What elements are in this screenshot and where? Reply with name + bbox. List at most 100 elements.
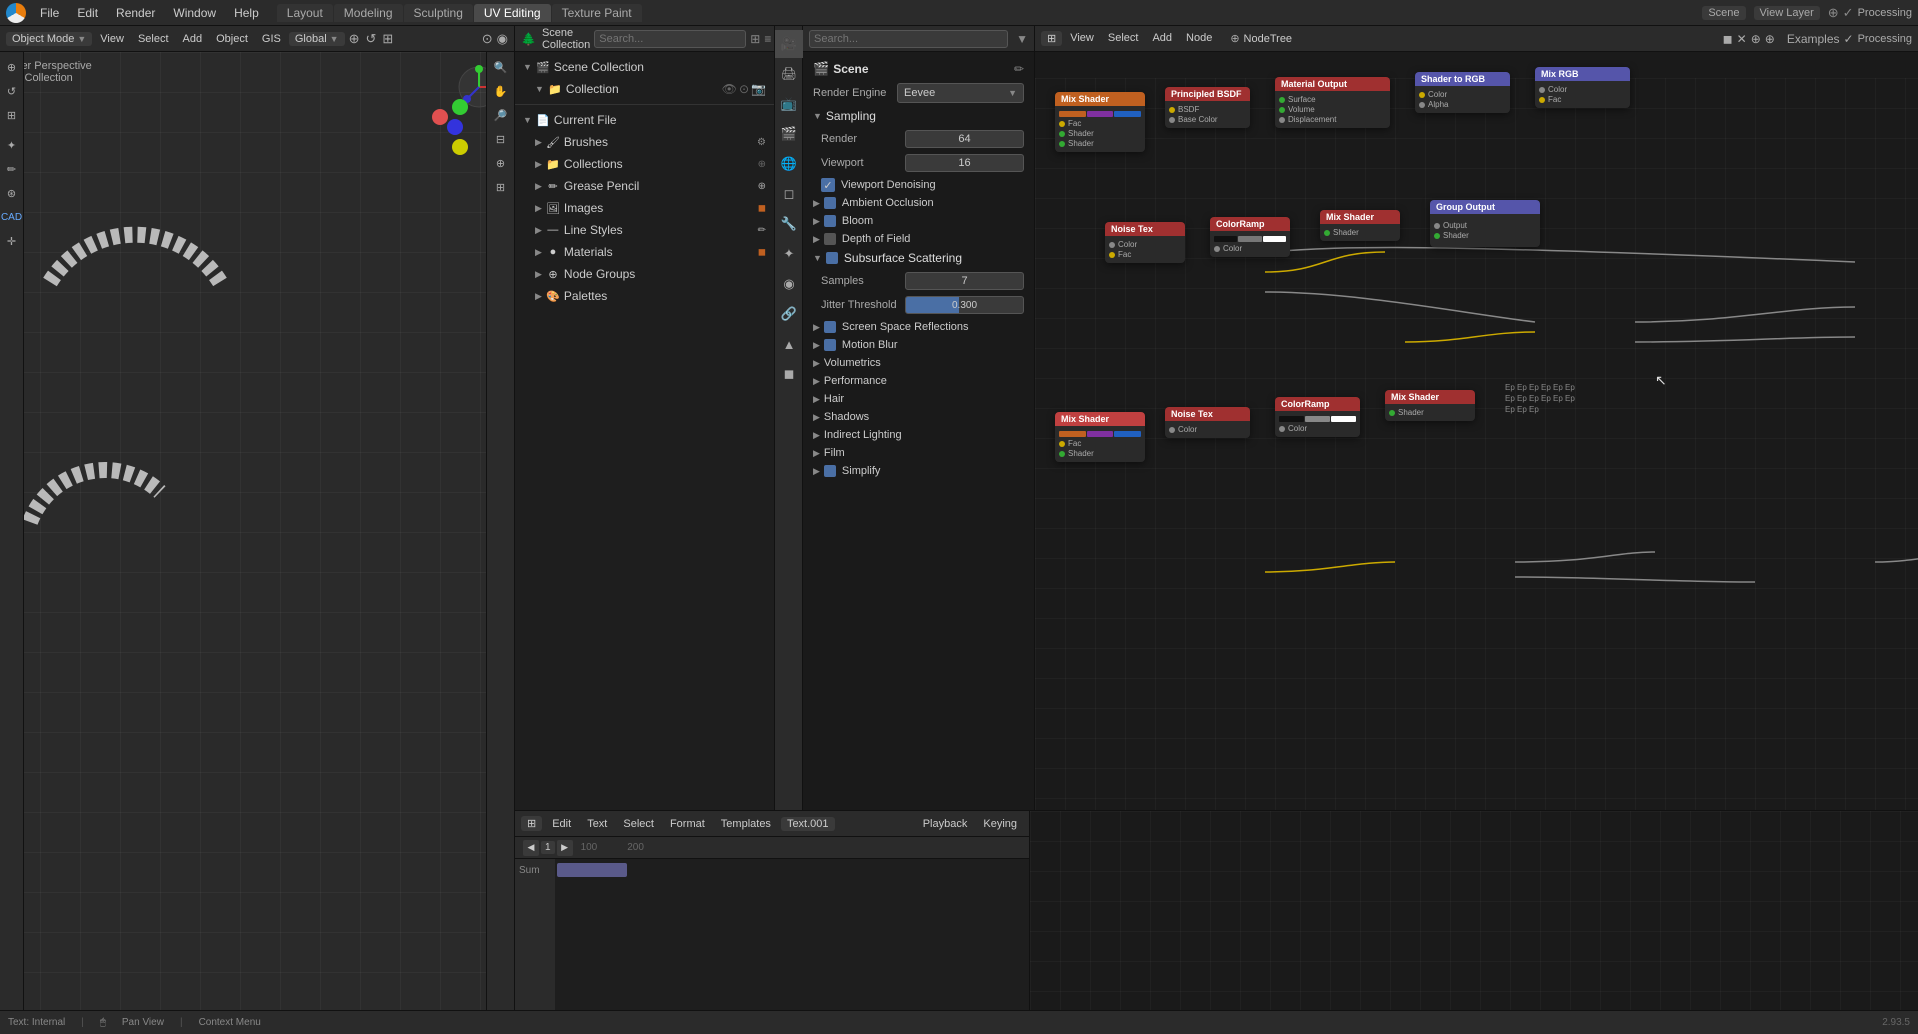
transform-icon-3[interactable]: ⊞: [380, 31, 395, 47]
node-card-6[interactable]: Noise Tex Color Fac: [1105, 222, 1185, 263]
tool-rotate[interactable]: ↺: [1, 80, 23, 102]
timeline-templates-btn[interactable]: Templates: [715, 817, 777, 831]
prop-icon-modifier[interactable]: 🔧: [775, 210, 803, 238]
node-view-btn[interactable]: View: [1064, 31, 1100, 46]
tool-search[interactable]: 🔍: [490, 56, 512, 78]
sss-check[interactable]: [826, 252, 838, 264]
bloom-section[interactable]: ▶ Bloom: [809, 212, 1028, 230]
transform-dropdown[interactable]: Global ▼: [289, 32, 345, 46]
prop-icon-constraints[interactable]: 🔗: [775, 300, 803, 328]
topbar-icon-2[interactable]: ✓: [1843, 5, 1854, 21]
node-icon-2[interactable]: ✕: [1737, 32, 1747, 46]
tool-hand[interactable]: ✋: [490, 80, 512, 102]
viewport-view-btn[interactable]: View: [94, 32, 130, 46]
outliner-line-styles[interactable]: ▶ — Line Styles ✏: [515, 219, 774, 241]
timeline-track-bar[interactable]: [557, 863, 627, 877]
indirect-lighting-section[interactable]: ▶ Indirect Lighting: [809, 426, 1028, 444]
prop-icon-material[interactable]: ◼: [775, 360, 803, 388]
performance-section[interactable]: ▶ Performance: [809, 372, 1028, 390]
node-card-1[interactable]: Mix Shader Fac: [1055, 92, 1145, 152]
tool-grid[interactable]: ⊞: [490, 176, 512, 198]
viewport-canvas[interactable]: User Perspective (1) Collection: [0, 52, 514, 1010]
node-card-3[interactable]: Material Output Surface Volume: [1275, 77, 1390, 128]
viewport-select-btn[interactable]: Select: [132, 32, 175, 46]
lock-icon[interactable]: 📷: [751, 82, 766, 96]
node-card-13[interactable]: Mix Shader Shader: [1385, 390, 1475, 421]
tab-sculpting[interactable]: Sculpting: [404, 4, 473, 22]
menu-edit[interactable]: Edit: [69, 4, 106, 22]
timeline-select-btn[interactable]: Select: [617, 817, 660, 831]
timeline-playback-btn[interactable]: Playback: [917, 817, 974, 831]
prop-icon-data[interactable]: ▲: [775, 330, 803, 358]
prop-icon-physics[interactable]: ◉: [775, 270, 803, 298]
node-editor-canvas[interactable]: Mix Shader Fac: [1035, 52, 1918, 810]
tab-modeling[interactable]: Modeling: [334, 4, 403, 22]
ssr-check[interactable]: [824, 321, 836, 333]
volumetrics-section[interactable]: ▶ Volumetrics: [809, 354, 1028, 372]
node-node-btn[interactable]: Node: [1180, 31, 1218, 46]
frame-input[interactable]: 1: [541, 841, 555, 854]
tab-texture-paint[interactable]: Texture Paint: [552, 4, 642, 22]
outliner-options-icon[interactable]: ≡: [764, 32, 771, 46]
tool-measure[interactable]: ⊛: [1, 182, 23, 204]
node-card-2[interactable]: Principled BSDF BSDF Base Color: [1165, 87, 1250, 128]
viewport-denoising-row[interactable]: ✓ Viewport Denoising: [817, 176, 1028, 194]
node-card-4[interactable]: Shader to RGB Color Alpha: [1415, 72, 1510, 113]
node-card-12[interactable]: ColorRamp Color: [1275, 397, 1360, 437]
simplify-section[interactable]: ▶ Simplify: [809, 462, 1028, 480]
sss-section[interactable]: ▼ Subsurface Scattering: [809, 248, 1028, 268]
tab-layout[interactable]: Layout: [277, 4, 333, 22]
prop-icon-object[interactable]: ◻: [775, 180, 803, 208]
eye-icon[interactable]: 👁: [722, 82, 737, 96]
outliner-palettes[interactable]: ▶ 🎨 Palettes: [515, 285, 774, 307]
viewport-gis-btn[interactable]: GIS: [256, 32, 287, 46]
simplify-check[interactable]: [824, 465, 836, 477]
timeline-content[interactable]: Sum: [515, 859, 1029, 1010]
node-editor-mode-btn[interactable]: ⊞: [1041, 31, 1062, 46]
dof-section[interactable]: ▶ Depth of Field: [809, 230, 1028, 248]
tool-scale[interactable]: ⊞: [1, 104, 23, 126]
outliner-current-file[interactable]: ▼ 📄 Current File: [515, 109, 774, 131]
sampling-section[interactable]: ▼ Sampling: [809, 106, 1028, 126]
prop-icon-world[interactable]: 🌐: [775, 150, 803, 178]
tool-cad[interactable]: CAD: [1, 206, 23, 228]
ao-check[interactable]: [824, 197, 836, 209]
bloom-check[interactable]: [824, 215, 836, 227]
menu-render[interactable]: Render: [108, 4, 163, 22]
viewport-object-btn[interactable]: Object: [210, 32, 254, 46]
frame-next-btn[interactable]: ▶: [557, 840, 573, 856]
timeline-text-btn[interactable]: Text: [581, 817, 613, 831]
topbar-icon-1[interactable]: ⊕: [1828, 5, 1839, 21]
menu-help[interactable]: Help: [226, 4, 267, 22]
tool-cursor[interactable]: ✛: [1, 230, 23, 252]
node-icon-3[interactable]: ⊕: [1751, 32, 1761, 46]
jitter-bar[interactable]: 0.300: [905, 296, 1024, 314]
transform-icon-2[interactable]: ↺: [363, 31, 378, 47]
viewport-shading-icon[interactable]: ◉: [497, 31, 508, 47]
node-add-btn[interactable]: Add: [1146, 31, 1178, 46]
outliner-filter-icon[interactable]: ⊞: [750, 32, 760, 46]
node-card-9[interactable]: Group Output Output Shader: [1430, 200, 1540, 247]
object-name-field[interactable]: Text.001: [781, 817, 835, 831]
timeline-keying-btn[interactable]: Keying: [977, 817, 1023, 831]
scene-selector[interactable]: Scene: [1702, 6, 1745, 20]
tool-move[interactable]: ⊕: [1, 56, 23, 78]
tool-transform[interactable]: ✦: [1, 134, 23, 156]
properties-search[interactable]: [809, 30, 1008, 48]
hair-section[interactable]: ▶ Hair: [809, 390, 1028, 408]
outliner-brushes[interactable]: ▶ 🖌 Brushes ⚙: [515, 131, 774, 153]
outliner-grease-pencil[interactable]: ▶ ✏ Grease Pencil ⊕: [515, 175, 774, 197]
node-card-10[interactable]: Mix Shader Fac: [1055, 412, 1145, 462]
timeline-mode-icon[interactable]: ⊞: [521, 816, 542, 831]
node-check-icon[interactable]: ✓: [1844, 32, 1854, 46]
tool-zoom[interactable]: 🔎: [490, 104, 512, 126]
render-engine-dropdown[interactable]: Eevee ▼: [897, 83, 1024, 103]
prop-icon-view-layer[interactable]: 📺: [775, 90, 803, 118]
menu-file[interactable]: File: [32, 4, 67, 22]
outliner-images[interactable]: ▶ 🖼 Images ◼: [515, 197, 774, 219]
node-card-8[interactable]: Mix Shader Shader: [1320, 210, 1400, 241]
prop-icon-scene[interactable]: 🎬: [775, 120, 803, 148]
viewport-mode-dropdown[interactable]: Object Mode ▼: [6, 32, 92, 46]
timeline-tracks-area[interactable]: [555, 859, 1029, 1010]
outliner-node-groups[interactable]: ▶ ⊕ Node Groups: [515, 263, 774, 285]
